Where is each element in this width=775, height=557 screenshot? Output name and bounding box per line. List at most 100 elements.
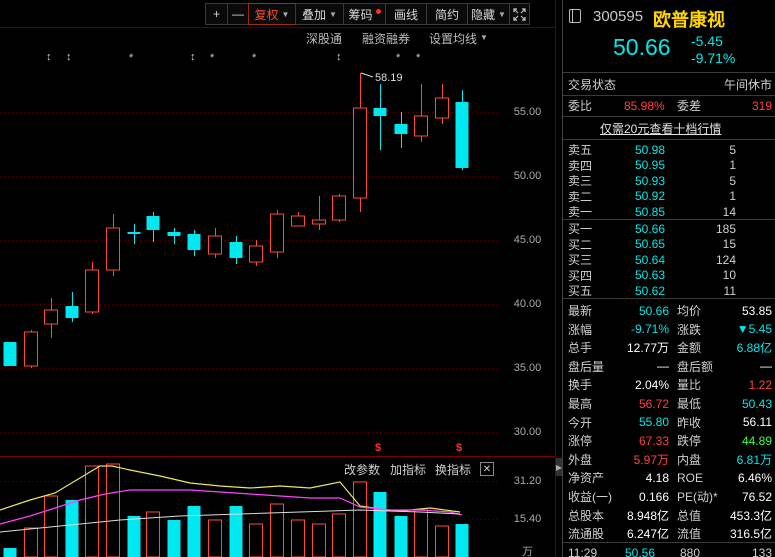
kline-chart[interactable]: ↕ ↕ * ↕ * * ↕ * * $ $ 58.19 <box>0 0 560 557</box>
bid-label: 买二 <box>568 237 593 252</box>
ask-label: 卖一 <box>568 205 593 219</box>
bid-price: 50.62 <box>635 283 666 298</box>
volume-bar <box>24 527 38 557</box>
trade-status-row: 交易状态 午间休市 <box>563 75 775 94</box>
stat-label: 均价 <box>677 304 702 318</box>
bid-row: 买二 50.65 15 <box>563 237 775 252</box>
stat-value: 6.81万 <box>736 452 772 467</box>
stat-label: 盘后量 <box>568 359 605 374</box>
volume-bar <box>394 516 408 557</box>
ask-price: 50.95 <box>635 158 666 172</box>
volume-bar <box>106 463 120 557</box>
stat-row: 今开 55.80 昨收 56.11 <box>563 413 775 432</box>
candle <box>44 298 58 338</box>
stat-label: 收益(一) <box>568 490 612 504</box>
marker-arrow-icon: ↕ <box>46 51 52 63</box>
volume-bar <box>167 520 181 557</box>
candle <box>394 112 408 148</box>
candle <box>332 194 346 222</box>
stat-value: 55.80 <box>638 415 669 430</box>
bid-volume: 15 <box>722 237 736 251</box>
stat-row: 涨幅 -9.71% 涨跌 ▼5.45 <box>563 320 775 339</box>
tick-row: 11:29 50.56 880 133 <box>563 543 775 557</box>
marker-star-icon: * <box>396 52 401 64</box>
stat-row: 净资产 4.18 ROE 6.46% <box>563 468 775 487</box>
stat-label: 流通股 <box>568 527 605 542</box>
volume-bar <box>249 523 263 557</box>
stat-label: 最低 <box>677 397 702 411</box>
stat-label: 今开 <box>568 415 593 430</box>
stat-label: 涨跌 <box>677 322 702 337</box>
stat-value: 316.5亿 <box>729 527 772 542</box>
marker-star-icon: * <box>129 52 134 64</box>
close-indicator-icon[interactable]: ✕ <box>480 462 494 476</box>
tick-vol: 880 <box>680 545 701 557</box>
ask-price: 50.85 <box>635 204 666 219</box>
volume-tick: 15.40 <box>513 513 542 525</box>
panel-toggle-icon[interactable] <box>569 9 581 23</box>
ask-volume: 14 <box>722 204 736 219</box>
stat-label: 内盘 <box>677 452 702 467</box>
marker-star-icon: * <box>210 52 215 64</box>
stat-value: 53.85 <box>741 303 772 318</box>
stat-value: 5.97万 <box>633 452 669 467</box>
stat-value: 76.52 <box>741 489 772 504</box>
candle <box>270 210 284 258</box>
stat-label: 涨幅 <box>568 322 593 337</box>
ask-row: 卖四 50.95 1 <box>563 158 775 173</box>
ask-row: 卖三 50.93 5 <box>563 173 775 189</box>
bid-price: 50.64 <box>635 252 666 267</box>
price-tick: 50.00 <box>513 170 542 182</box>
stat-label: 流值 <box>677 527 702 542</box>
candle <box>373 84 387 150</box>
volume-bar <box>3 548 17 557</box>
ask-price: 50.93 <box>635 173 666 188</box>
ask-volume: 1 <box>729 189 736 203</box>
price-tick: 30.00 <box>513 426 542 438</box>
stat-value: 8.948亿 <box>626 508 669 523</box>
change-param-button[interactable]: 改参数 <box>344 461 380 478</box>
promo-link[interactable]: 仅需20元查看十档行情 <box>600 120 721 137</box>
weibi-label: 委比 <box>568 99 593 113</box>
bid-row: 买四 50.63 10 <box>563 268 775 283</box>
bid-volume: 185 <box>715 221 736 236</box>
weicha-label: 委差 <box>677 99 702 113</box>
volume-bar <box>312 523 326 557</box>
stat-value: 4.18 <box>645 470 669 485</box>
price-tick: 40.00 <box>513 298 542 310</box>
stat-label: 涨停 <box>568 434 593 449</box>
volume-bar <box>270 503 284 557</box>
ask-price: 50.98 <box>635 142 666 157</box>
bid-label: 买五 <box>568 284 593 298</box>
ask-row: 卖一 50.85 14 <box>563 204 775 220</box>
marker-star-icon: * <box>252 52 257 64</box>
bid-volume: 124 <box>715 252 736 267</box>
volume-bar <box>208 519 222 557</box>
stat-label: 外盘 <box>568 452 593 467</box>
switch-indicator-button[interactable]: 换指标 <box>435 461 471 478</box>
stat-value: 56.11 <box>742 415 772 430</box>
candle <box>65 292 79 322</box>
volume-bar <box>373 492 387 557</box>
candle <box>106 214 120 276</box>
volume-bar <box>414 509 428 557</box>
current-price: 50.66 <box>613 34 671 60</box>
stat-value: 453.3亿 <box>729 508 772 523</box>
stat-value: 2.04% <box>634 377 669 392</box>
stat-value: 0.166 <box>638 489 669 504</box>
divider <box>563 298 775 299</box>
volume-bar <box>127 516 141 557</box>
volume-bar <box>187 506 201 557</box>
stat-label: 量比 <box>677 378 702 393</box>
add-indicator-button[interactable]: 加指标 <box>390 461 426 478</box>
stat-row: 盘后量 — 盘后额 — <box>563 357 775 376</box>
marker-star-icon: * <box>416 52 421 64</box>
volume-bar <box>65 500 79 557</box>
candle <box>455 90 469 170</box>
volume-bar <box>353 481 367 557</box>
stat-value: 56.72 <box>638 396 669 411</box>
stat-label: 总值 <box>677 508 702 523</box>
quote-panel: 300595 欧普康视 50.66 -5.45 -9.71% 交易状态 午间休市… <box>562 0 775 557</box>
stat-row: 涨停 67.33 跌停 44.89 <box>563 431 775 450</box>
bid-price: 50.66 <box>635 221 666 236</box>
